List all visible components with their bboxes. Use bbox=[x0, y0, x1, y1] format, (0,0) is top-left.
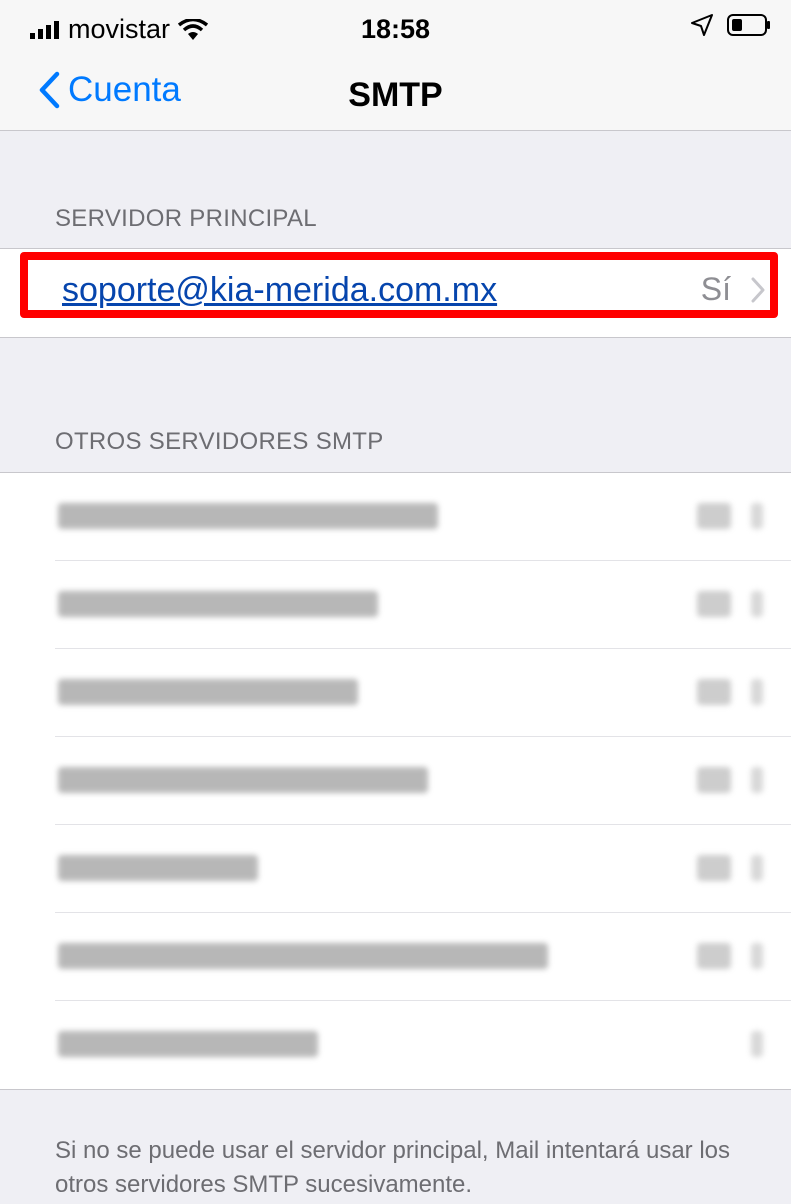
chevron-right-icon bbox=[751, 591, 763, 617]
status-time: 18:58 bbox=[360, 14, 431, 44]
redacted-server-name bbox=[58, 503, 438, 529]
redacted-server-status bbox=[697, 503, 731, 529]
chevron-right-icon bbox=[751, 855, 763, 881]
section-header-primary: SERVIDOR PRINCIPAL bbox=[55, 205, 317, 232]
highlight-box bbox=[20, 252, 778, 318]
chevron-right-icon bbox=[751, 679, 763, 705]
redacted-add-server-label bbox=[58, 1031, 318, 1057]
navigation-bar: Cuenta SMTP bbox=[0, 60, 791, 131]
footer-note: Si no se puede usar el servidor principa… bbox=[55, 1137, 731, 1198]
chevron-right-icon bbox=[751, 1031, 763, 1057]
redacted-server-status bbox=[697, 767, 731, 793]
other-server-row[interactable] bbox=[0, 561, 791, 649]
other-server-row[interactable] bbox=[0, 913, 791, 1001]
chevron-right-icon bbox=[751, 767, 763, 793]
section-header-other: OTROS SERVIDORES SMTP bbox=[55, 428, 384, 455]
redacted-server-status bbox=[697, 679, 731, 705]
other-server-row[interactable] bbox=[0, 473, 791, 561]
other-server-row[interactable] bbox=[0, 737, 791, 825]
page-title: SMTP bbox=[348, 76, 443, 114]
add-server-row[interactable] bbox=[0, 1001, 791, 1089]
chevron-right-icon bbox=[751, 943, 763, 969]
redacted-server-name bbox=[58, 943, 548, 969]
redacted-server-status bbox=[697, 591, 731, 617]
status-bar: movistar 18:58 bbox=[0, 0, 791, 60]
redacted-server-name bbox=[58, 591, 378, 617]
other-server-row[interactable] bbox=[0, 649, 791, 737]
redacted-server-name bbox=[58, 767, 428, 793]
other-server-row[interactable] bbox=[0, 825, 791, 913]
chevron-right-icon bbox=[751, 503, 763, 529]
other-servers-group bbox=[0, 472, 791, 1090]
redacted-server-status bbox=[697, 943, 731, 969]
redacted-server-name bbox=[58, 855, 258, 881]
location-arrow-icon bbox=[691, 14, 713, 36]
redacted-server-name bbox=[58, 679, 358, 705]
status-right bbox=[691, 14, 771, 36]
redacted-server-status bbox=[697, 855, 731, 881]
battery-icon bbox=[727, 14, 770, 36]
